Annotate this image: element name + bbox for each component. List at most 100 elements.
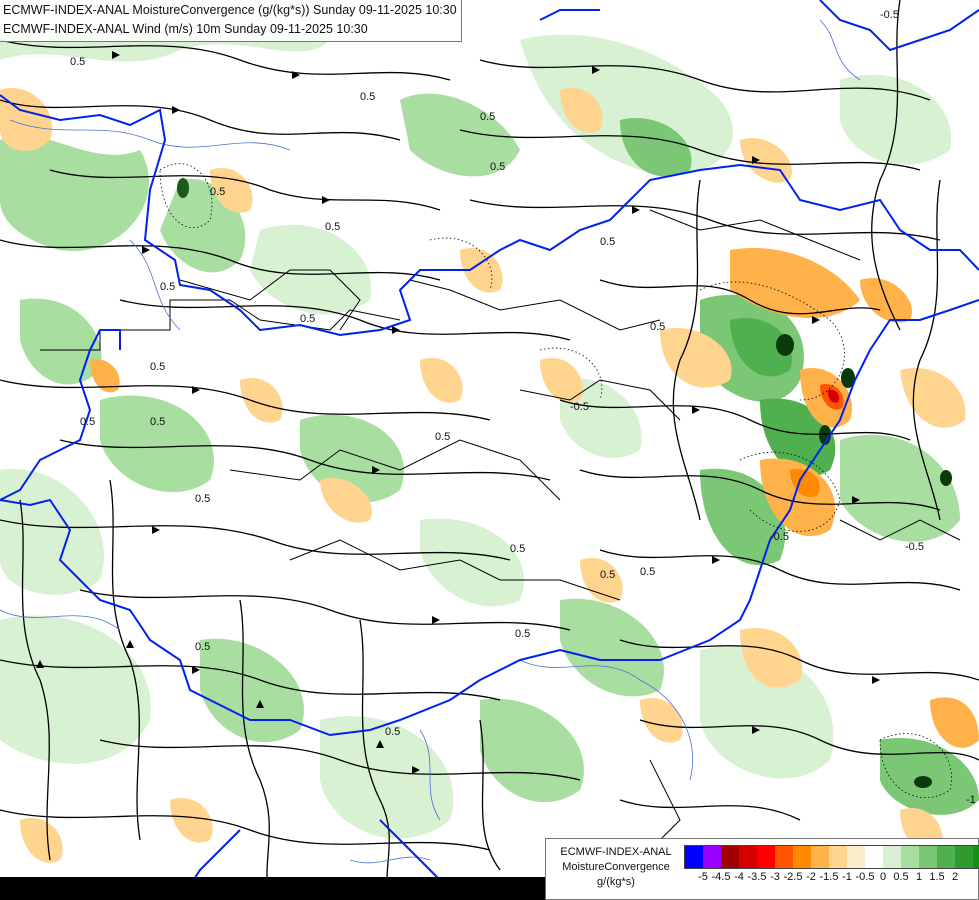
legend-swatch xyxy=(955,846,973,868)
legend-tick-label: -2.5 xyxy=(783,871,803,883)
contour-label: 0.5 xyxy=(195,493,210,505)
legend-variable-name: MoistureConvergence xyxy=(562,861,670,873)
legend-swatch xyxy=(973,846,979,868)
arrow-mark xyxy=(432,616,440,624)
arrow-mark xyxy=(292,71,300,79)
contour-label: 0.5 xyxy=(435,431,450,443)
moisture-convergence-title: ECMWF-INDEX-ANAL MoistureConvergence (g/… xyxy=(3,3,457,17)
convergence-core xyxy=(914,776,932,788)
legend-label: ECMWF-INDEX-ANAL MoistureConvergence g/(… xyxy=(550,845,682,890)
legend-swatch xyxy=(703,846,721,868)
contour-label: 0.5 xyxy=(600,236,615,248)
legend-tick-label: -4 xyxy=(734,871,744,883)
legend-model-name: ECMWF-INDEX-ANAL xyxy=(560,846,672,858)
contour-label: 0.5 xyxy=(195,641,210,653)
contour-label: -0.5 xyxy=(770,531,789,543)
green-field xyxy=(560,598,664,697)
legend-swatch xyxy=(901,846,919,868)
orange-field xyxy=(930,697,979,748)
legend-tick-label: -5 xyxy=(698,871,708,883)
legend-tick-label: -3.5 xyxy=(747,871,767,883)
orange-field xyxy=(900,368,966,428)
arrow-mark xyxy=(322,196,330,204)
legend-tick-label: -0.5 xyxy=(855,871,875,883)
legend-swatch xyxy=(685,846,703,868)
legend-tick-label: -3 xyxy=(770,871,780,883)
legend-swatch xyxy=(847,846,865,868)
contour-label: 0.5 xyxy=(385,726,400,738)
legend-tick-label: 2 xyxy=(951,871,959,883)
bottom-black-strip xyxy=(0,877,545,900)
weather-map: 0.5 0.5 0.5 0.5 0.5 -0.5 -0.5 0.5 0.5 0.5 -0.5 0.5 0… xyxy=(0,0,979,900)
arrow-mark xyxy=(172,106,180,114)
contour-label: -0.5 xyxy=(880,9,899,21)
contour-label: 0.5 xyxy=(510,543,525,555)
orange-field xyxy=(20,818,63,863)
green-field xyxy=(880,738,979,815)
arrow-mark xyxy=(392,326,400,334)
green-field xyxy=(0,135,149,252)
green-field xyxy=(100,395,214,493)
green-field xyxy=(20,298,102,385)
legend-swatch xyxy=(865,846,883,868)
legend-swatch xyxy=(919,846,937,868)
contour-label: 0.5 xyxy=(150,361,165,373)
convergence-core xyxy=(177,178,189,198)
legend-tick-label: 0.5 xyxy=(893,871,909,883)
green-field xyxy=(520,34,733,176)
legend-swatch xyxy=(793,846,811,868)
contour-label: -0.5 xyxy=(905,541,924,553)
legend-tick-label: -2 xyxy=(806,871,816,883)
orange-field xyxy=(170,798,213,843)
contour-label: -0.5 xyxy=(570,401,589,413)
legend-tick-label: 1.5 xyxy=(929,871,945,883)
contour-label: 0.5 xyxy=(160,281,175,293)
contour-label: 0.5 xyxy=(600,569,615,581)
legend-swatch xyxy=(721,846,739,868)
contour-label: 0.5 xyxy=(360,91,375,103)
legend-tick-labels: -5 -4.5 -4 -3.5 -3 -2.5 -2 -1.5 -1 -0.5 0 0.5 1 1.5 2 xyxy=(684,871,974,887)
orange-field xyxy=(640,698,683,743)
convergence-core xyxy=(940,470,952,486)
contour-label: 0.5 xyxy=(150,416,165,428)
legend-tick-label: -4.5 xyxy=(711,871,731,883)
contour-label: 0.5 xyxy=(210,186,225,198)
contour-label: 0.5 xyxy=(300,313,315,325)
river xyxy=(819,19,861,81)
contour-label: 0.5 xyxy=(640,566,655,578)
legend-tick-label: -1.5 xyxy=(819,871,839,883)
convergence-core xyxy=(776,334,794,356)
legend-unit: g/(kg*s) xyxy=(597,876,635,888)
orange-field xyxy=(420,358,463,403)
orange-field xyxy=(0,88,52,151)
region-border xyxy=(409,279,661,331)
contour-label: 0.5 xyxy=(515,628,530,640)
green-field xyxy=(420,518,524,607)
green-field xyxy=(0,468,104,595)
legend-color-scale xyxy=(684,845,979,869)
arrow-mark xyxy=(142,246,150,254)
legend-tick-label: 0 xyxy=(879,871,887,883)
contour-label: 0.5 xyxy=(490,161,505,173)
contour-label: 0.5 xyxy=(650,321,665,333)
country-border xyxy=(539,9,600,21)
arrow-mark xyxy=(712,556,720,564)
green-field xyxy=(200,638,304,743)
contour-label: 0.5 xyxy=(325,221,340,233)
legend-swatch xyxy=(883,846,901,868)
green-field xyxy=(480,698,584,803)
color-legend: ECMWF-INDEX-ANAL MoistureConvergence g/(… xyxy=(545,838,979,900)
legend-swatch xyxy=(775,846,793,868)
legend-swatch xyxy=(739,846,757,868)
orange-field xyxy=(240,378,283,423)
contour-label: -1 xyxy=(966,794,976,806)
arrow-mark xyxy=(632,206,640,214)
contour-label: 0.5 xyxy=(70,56,85,68)
contour-label: 0.5 xyxy=(480,111,495,123)
green-field xyxy=(0,615,151,764)
contour-label: 0.5 xyxy=(80,416,95,428)
legend-swatch xyxy=(811,846,829,868)
streamline xyxy=(619,799,801,821)
legend-tick-label: 1 xyxy=(915,871,923,883)
arrow-mark xyxy=(872,676,880,684)
